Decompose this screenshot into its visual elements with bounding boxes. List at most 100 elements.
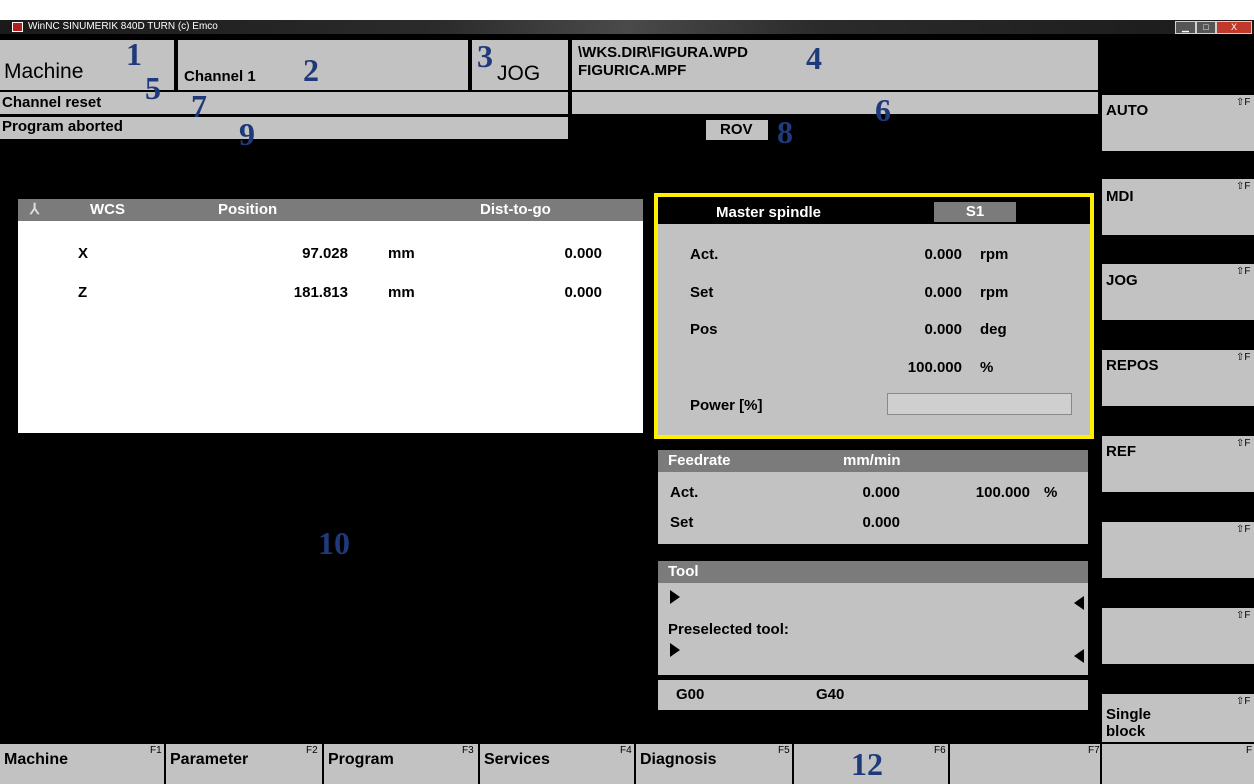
spindle-title: Master spindle: [716, 204, 822, 221]
callout-3: 3: [477, 38, 493, 74]
dist-col-header: Dist-to-go: [480, 201, 551, 218]
axis-x-label: X: [78, 245, 89, 262]
program-status: Program aborted: [2, 118, 123, 135]
feed-panel: Act. 0.000 100.000 % Set 0.000: [658, 472, 1088, 544]
hmi-screen: WinNC SINUMERIK 840D TURN (c) Emco ▁ □ X…: [0, 0, 1254, 784]
close-button[interactable]: X: [1216, 21, 1252, 34]
spindle-set-label: Set: [690, 284, 714, 301]
hsoftkey-f7[interactable]: [950, 744, 1100, 784]
softkey-ref-shift: ⇧F: [1236, 438, 1251, 449]
wcs-table: X 97.028 mm 0.000 Z 181.813 mm 0.000: [18, 221, 643, 433]
spindle-id: S1: [934, 202, 1016, 222]
callout-8: 8: [777, 114, 793, 150]
gcode-panel: G00 G40: [658, 680, 1088, 710]
callout-10-lower: 10: [318, 525, 350, 561]
softkey-single-block-shift: ⇧F: [1236, 696, 1251, 707]
hsoftkey-f8[interactable]: [1102, 744, 1254, 784]
alarm-line: [572, 92, 1098, 114]
preselected-arrow-left-icon: [1074, 649, 1084, 663]
feed-set-value: 0.000: [862, 514, 900, 531]
hsoftkey-program-f: F3: [462, 745, 474, 756]
feed-override-value: 100.000: [975, 484, 1030, 501]
mode-label: JOG: [497, 62, 541, 85]
hsoftkey-f7-f: F7: [1088, 745, 1100, 756]
softkey-7-shift: ⇧F: [1236, 610, 1251, 621]
axis-x-unit: mm: [388, 245, 415, 262]
spindle-pos-value: 0.000: [924, 321, 962, 338]
hsoftkey-services-label: Services: [484, 751, 550, 768]
spindle-act-label: Act.: [690, 246, 719, 263]
callout-6: 6: [875, 92, 891, 128]
maximize-button[interactable]: □: [1196, 21, 1216, 34]
softkey-6-shift: ⇧F: [1236, 524, 1251, 535]
gcode-g00: G00: [676, 686, 705, 703]
softkey-ref-label: REF: [1106, 443, 1136, 460]
softkey-repos-shift: ⇧F: [1236, 352, 1251, 363]
wcs-col-header: WCS: [90, 201, 125, 218]
callout-2: 2: [303, 52, 319, 88]
softkey-jog-label: JOG: [1106, 272, 1138, 289]
spindle-pos-label: Pos: [690, 321, 718, 338]
hsoftkey-parameter-label: Parameter: [170, 751, 249, 768]
axis-z-label: Z: [78, 284, 88, 301]
softkey-6[interactable]: [1102, 522, 1254, 578]
softkey-mdi-shift: ⇧F: [1236, 181, 1251, 192]
preselected-arrow-right-icon: [670, 643, 680, 657]
feed-act-label: Act.: [670, 484, 699, 501]
callout-5: 5: [145, 70, 161, 106]
program-name: FIGURICA.MPF: [578, 62, 687, 79]
hsoftkey-diagnosis-label: Diagnosis: [640, 751, 717, 768]
callout-9: 9: [239, 116, 255, 152]
callout-1: 1: [126, 36, 142, 72]
axis-x-dist: 0.000: [564, 245, 602, 262]
hsoftkey-f6-f: F6: [934, 745, 946, 756]
feed-unit: mm/min: [843, 452, 901, 469]
program-path: \WKS.DIR\FIGURA.WPD: [578, 44, 748, 61]
power-bar: [887, 393, 1072, 415]
softkey-jog-shift: ⇧F: [1236, 266, 1251, 277]
softkey-mdi-label: MDI: [1106, 188, 1134, 205]
spindle-pos-unit: deg: [980, 321, 1007, 338]
minimize-button[interactable]: ▁: [1175, 21, 1196, 34]
position-col-header: Position: [218, 201, 278, 218]
feed-set-label: Set: [670, 514, 694, 531]
tool-header: Tool: [658, 561, 1088, 583]
app-icon: [12, 22, 23, 32]
tool-arrow-right-icon: [670, 590, 680, 604]
hsoftkey-diagnosis-f: F5: [778, 745, 790, 756]
axis-x-position: 97.028: [302, 245, 348, 262]
gcode-g40: G40: [816, 686, 845, 703]
hsoftkey-program-label: Program: [328, 751, 394, 768]
spindle-act-value: 0.000: [924, 246, 962, 263]
channel-status: Channel reset: [2, 94, 102, 111]
tool-panel: Preselected tool:: [658, 583, 1088, 675]
callout-12: 12: [851, 746, 883, 782]
softkey-auto-shift: ⇧F: [1236, 97, 1251, 108]
feed-header: Feedrate mm/min: [658, 450, 1088, 472]
softkey-auto-label: AUTO: [1106, 102, 1149, 119]
area-label: Machine: [4, 60, 84, 83]
axis-z-position: 181.813: [293, 284, 348, 301]
hsoftkey-machine-label: Machine: [4, 751, 69, 768]
feed-override-unit: %: [1044, 484, 1058, 501]
callout-4: 4: [806, 40, 822, 76]
power-label: Power [%]: [690, 397, 763, 414]
spindle-act-unit: rpm: [980, 246, 1009, 263]
wcs-header: ⅄ WCS Position Dist-to-go: [18, 199, 643, 221]
hsoftkey-f8-f: F: [1246, 745, 1253, 756]
softkey-repos-label: REPOS: [1106, 357, 1159, 374]
spindle-set-unit: rpm: [980, 284, 1009, 301]
hsoftkey-services-f: F4: [620, 745, 632, 756]
callout-7: 7: [191, 88, 207, 124]
axis-z-unit: mm: [388, 284, 415, 301]
rov-label: ROV: [720, 121, 753, 138]
hsoftkey-machine-f: F1: [150, 745, 162, 756]
spindle-override-value: 100.000: [907, 359, 962, 376]
tool-title: Tool: [668, 563, 699, 580]
softkey-7[interactable]: [1102, 608, 1254, 664]
hsoftkey-parameter-f: F2: [306, 745, 318, 756]
preselected-tool-label: Preselected tool:: [668, 621, 789, 638]
softkey-single-block-label: Single block: [1106, 706, 1152, 740]
channel-label: Channel 1: [184, 68, 256, 85]
feed-act-value: 0.000: [862, 484, 900, 501]
